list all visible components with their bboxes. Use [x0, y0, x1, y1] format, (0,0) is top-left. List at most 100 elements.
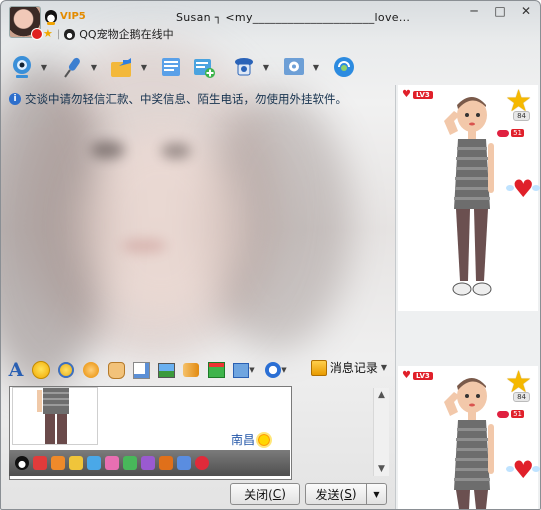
shield-info-icon: i	[9, 93, 21, 105]
qq-penguin-icon	[45, 9, 57, 25]
diamond-green-icon[interactable]	[123, 456, 137, 470]
send-file-button[interactable]	[107, 52, 137, 82]
heart-badge-icon[interactable]	[195, 456, 209, 470]
minimize-button[interactable]: ─	[464, 3, 484, 19]
emoticon-button[interactable]	[30, 359, 52, 381]
location-label: 南昌	[231, 431, 271, 448]
chat-toolbar: ▼ ▼ ▼ ▼ ▼	[7, 51, 361, 83]
maximize-button[interactable]: □	[490, 3, 510, 19]
star-count: 84	[513, 111, 530, 121]
pet-status-text: QQ宠物企鹅在线中	[79, 28, 174, 41]
screenshot-icon	[233, 362, 250, 378]
settings-dropdown[interactable]: ▼	[311, 52, 321, 82]
qqshow-panel: ♥ LV3 ★ 84 51 ♥ ♥ LV3 ★ 84 51 ♥	[395, 85, 540, 509]
close-button-label: 关闭(	[244, 487, 273, 502]
mail-icon	[162, 58, 180, 76]
remote-assist-dropdown[interactable]: ▼	[261, 52, 271, 82]
qq-penguin-item-icon[interactable]	[15, 456, 29, 470]
gift-button[interactable]	[180, 359, 202, 381]
heart-icon: ♥	[402, 89, 411, 100]
music-icon	[334, 57, 354, 77]
close-button[interactable]: 关闭(C)	[230, 483, 300, 505]
font-icon: A	[8, 359, 24, 381]
send-image-button[interactable]	[155, 359, 177, 381]
scrawl-icon	[83, 362, 99, 378]
remote-assist-icon	[235, 58, 253, 76]
screenshot-button[interactable]: ▼	[230, 359, 258, 381]
diamond-purple-icon[interactable]	[141, 456, 155, 470]
diamond-blue-icon[interactable]	[87, 456, 101, 470]
settings-button[interactable]	[279, 52, 309, 82]
voice-message-button[interactable]	[130, 359, 152, 381]
contact-avatar[interactable]	[9, 6, 43, 40]
send-file-icon	[111, 58, 131, 77]
format-toolbar: A ▼ ▼ 消息记录 ▼	[5, 358, 393, 382]
title-bar: VIP5 Susan ┐ <my_____________________lov…	[1, 1, 540, 43]
winged-heart-icon: ♥	[506, 175, 540, 203]
close-window-button[interactable]: ✕	[516, 3, 536, 19]
pet-penguin-icon	[64, 28, 76, 40]
heart-icon: ♥	[402, 370, 411, 381]
avatar-figure-image	[444, 97, 494, 296]
hand-gift-icon	[183, 363, 199, 377]
screenshot-dropdown-icon: ▼	[249, 366, 255, 374]
smiley-icon	[32, 361, 50, 379]
send-file-dropdown[interactable]: ▼	[139, 52, 149, 82]
self-qqshow[interactable]: ♥ LV3 ★ 84 51 ♥	[398, 366, 540, 509]
chevron-down-icon: ▼	[373, 489, 380, 499]
diamond-pink-icon[interactable]	[105, 456, 119, 470]
send-button-label: 发送(	[315, 487, 345, 502]
present-button[interactable]	[205, 359, 227, 381]
notice-text: 交谈中请勿轻信汇款、中奖信息、陌生电话，勿使用外挂软件。	[25, 92, 347, 106]
voice-dropdown[interactable]: ▼	[89, 52, 99, 82]
scroll-down-icon[interactable]: ▼	[374, 462, 389, 476]
payment-button[interactable]: ▼	[261, 359, 291, 381]
remote-assist-button[interactable]	[229, 52, 259, 82]
font-button[interactable]: A	[5, 359, 27, 381]
webcam-button[interactable]	[7, 52, 37, 82]
history-icon	[310, 359, 327, 376]
diamond-yellow-icon[interactable]	[69, 456, 83, 470]
winged-heart-icon: ♥	[506, 456, 540, 484]
vip-badge[interactable]: VIP5	[45, 9, 86, 25]
vip-label: VIP5	[60, 10, 86, 22]
vibrate-button[interactable]	[105, 359, 127, 381]
phone-icon[interactable]	[177, 456, 191, 470]
contact-qqshow[interactable]: ♥ LV3 ★ 84 51 ♥	[398, 85, 540, 311]
send-button[interactable]: 发送(S)	[305, 483, 367, 505]
level-badge-red-icon[interactable]	[33, 456, 47, 470]
scroll-up-icon[interactable]: ▲	[374, 388, 389, 402]
sun-weather-icon	[258, 433, 271, 446]
level-badge-orange-icon[interactable]	[51, 456, 65, 470]
lips-count: 51	[511, 410, 524, 418]
contact-title: Susan ┐ <my_____________________love...	[176, 11, 411, 24]
gift-box-icon	[207, 362, 225, 378]
history-dropdown-icon: ▼	[380, 363, 387, 372]
voice-button[interactable]	[57, 52, 87, 82]
chat-window: VIP5 Susan ┐ <my_____________________lov…	[0, 0, 541, 510]
scrawl-button[interactable]	[80, 359, 102, 381]
send-button-suffix: )	[351, 487, 357, 501]
mail-button[interactable]	[157, 52, 187, 82]
pet-status: ★ | QQ宠物企鹅在线中	[43, 26, 174, 42]
star-icon: ★	[43, 27, 53, 40]
message-history-button[interactable]: 消息记录 ▼	[310, 359, 387, 376]
send-options-dropdown[interactable]: ▼	[366, 483, 387, 505]
pet-preview-image	[12, 387, 98, 445]
webcam-dropdown[interactable]: ▼	[39, 52, 49, 82]
send-shortcut-key: S	[344, 487, 352, 501]
add-app-button[interactable]	[189, 52, 219, 82]
separator: |	[56, 28, 61, 40]
star-count: 84	[513, 392, 530, 402]
history-label: 消息记录	[329, 361, 378, 375]
window-controls: ─ □ ✕	[464, 3, 536, 19]
input-scrollbar[interactable]: ▲ ▼	[373, 388, 389, 476]
pencil-icon	[132, 361, 150, 379]
payment-icon	[265, 362, 282, 378]
security-notice: i 交谈中请勿轻信汇款、中奖信息、陌生电话，勿使用外挂软件。	[9, 91, 347, 107]
avatar-figure-image	[444, 378, 494, 509]
magic-emoticon-button[interactable]	[55, 359, 77, 381]
music-button[interactable]	[329, 52, 359, 82]
lips-count: 51	[511, 129, 524, 137]
badge-orange-icon[interactable]	[159, 456, 173, 470]
